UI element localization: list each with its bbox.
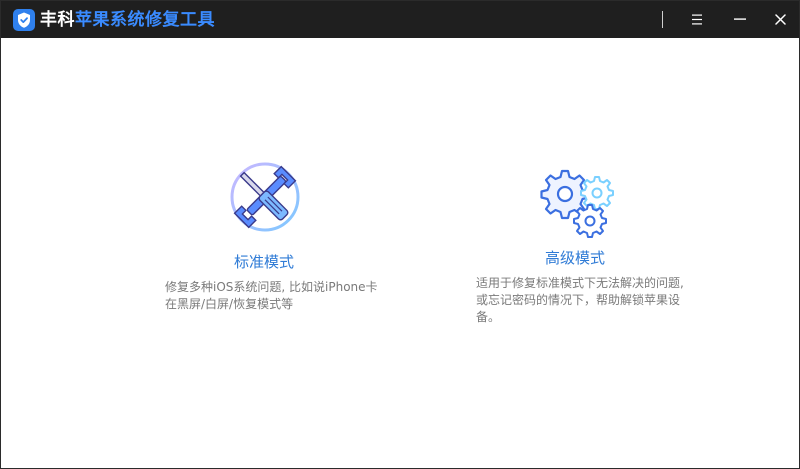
titlebar-divider: [662, 11, 663, 28]
advanced-mode-description: 适用于修复标准模式下无法解决的问题, 或忘记密码的情况下，帮助解锁苹果设备。: [476, 276, 684, 324]
standard-mode-title: 标准模式: [234, 253, 295, 271]
app-window: 丰科苹果系统修复工具 标准模式 修复多种iOS系统问题, 比如说iPhone卡在…: [0, 0, 800, 469]
app-title-brand: 丰科: [40, 10, 75, 30]
app-title: 丰科苹果系统修复工具: [40, 9, 215, 31]
standard-mode-description: 修复多种iOS系统问题, 比如说iPhone卡在黑屏/白屏/恢复模式等: [165, 280, 378, 311]
gears-icon: [540, 169, 614, 238]
close-button[interactable]: [766, 7, 794, 31]
title-bar[interactable]: 丰科苹果系统修复工具: [1, 1, 799, 38]
wrench-screwdriver-icon: [230, 162, 300, 232]
close-icon: [774, 13, 786, 25]
standard-mode-option[interactable]: 标准模式 修复多种iOS系统问题, 比如说iPhone卡在黑屏/白屏/恢复模式等: [161, 151, 401, 321]
minimize-button[interactable]: [726, 7, 754, 31]
menu-button[interactable]: [683, 7, 711, 31]
advanced-mode-option[interactable]: 高级模式 适用于修复标准模式下无法解决的问题, 或忘记密码的情况下，帮助解锁苹果…: [471, 151, 721, 331]
minimize-icon: [734, 18, 746, 20]
menu-icon: [692, 14, 702, 24]
shield-check-icon: [13, 9, 35, 31]
app-title-product: 苹果系统修复工具: [75, 10, 215, 30]
advanced-mode-title: 高级模式: [545, 249, 606, 267]
